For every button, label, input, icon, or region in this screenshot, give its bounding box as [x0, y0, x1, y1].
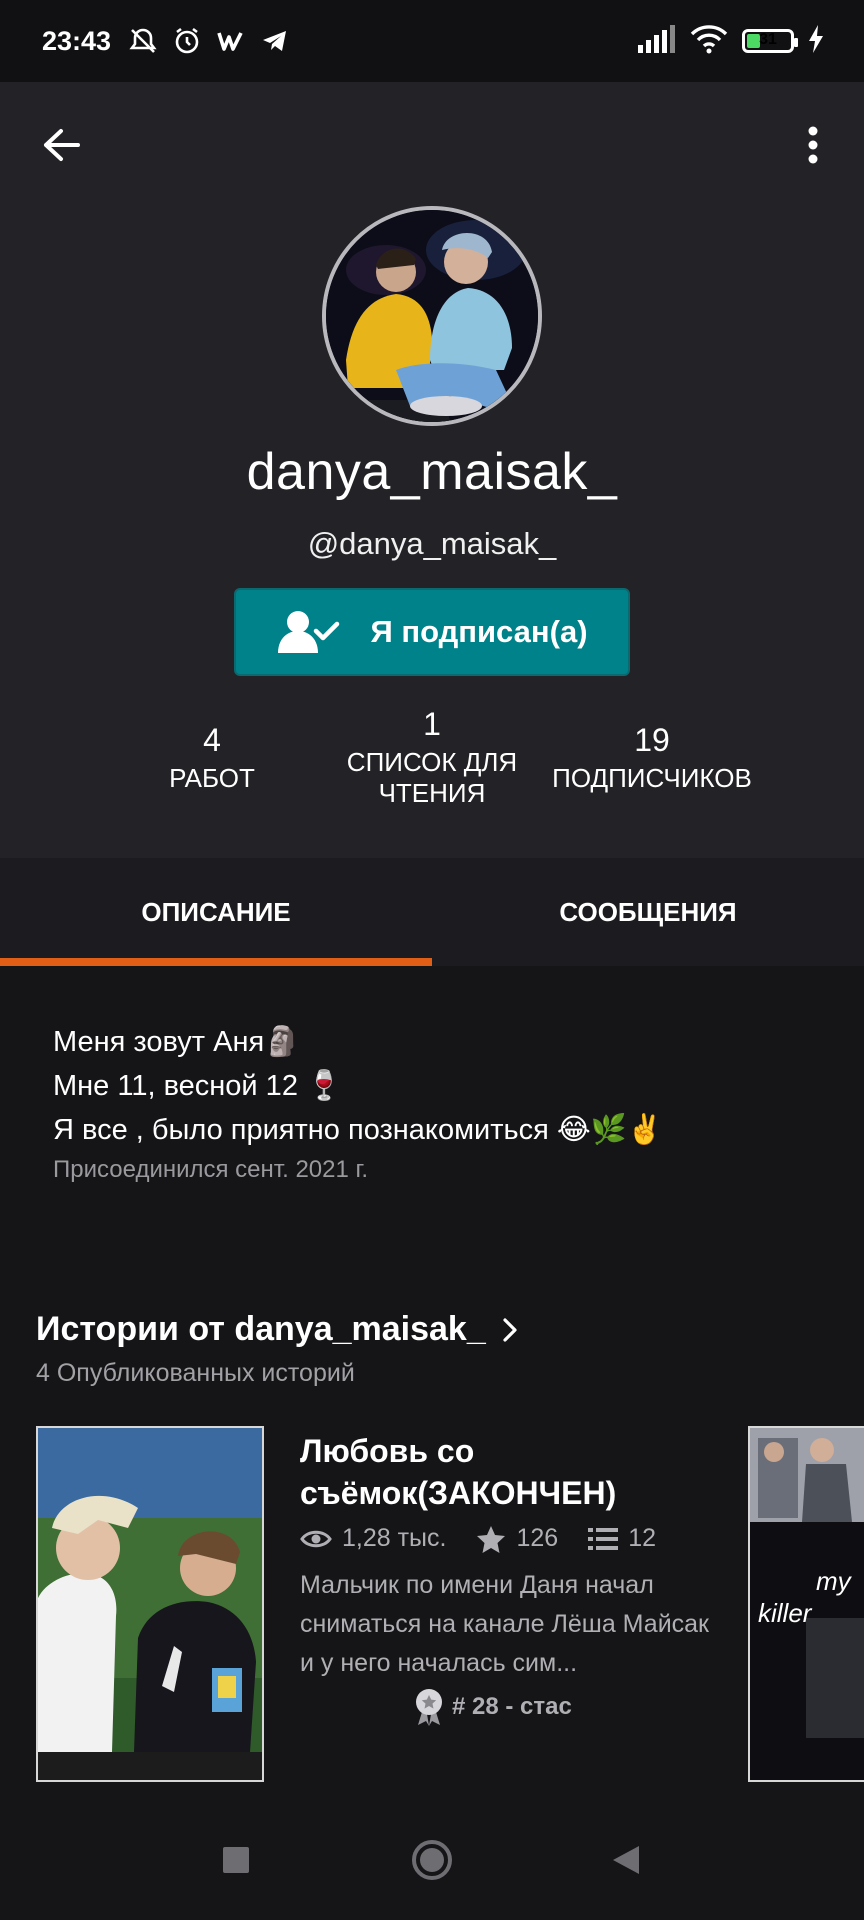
next-cover-text: killer	[758, 1598, 812, 1628]
story-cover-next[interactable]: my killer	[748, 1426, 864, 1782]
story-description: Мальчик по имени Даня начал сниматься на…	[300, 1571, 709, 1677]
back-nav-button[interactable]	[594, 1828, 658, 1892]
home-button[interactable]	[400, 1828, 464, 1892]
recent-apps-icon	[223, 1847, 249, 1873]
description-line: Мне 11, весной 12 🍷	[53, 1070, 343, 1102]
status-bar: 23:43 31	[0, 0, 864, 82]
star-icon	[477, 1525, 506, 1553]
battery-level: 31	[759, 31, 777, 48]
chevron-right-icon	[503, 1317, 517, 1342]
wifi-icon	[690, 24, 728, 59]
back-button[interactable]	[36, 120, 86, 170]
more-vertical-icon	[808, 126, 818, 164]
stat-reading-list-value: 1	[423, 706, 441, 742]
recent-apps-button[interactable]	[204, 1828, 268, 1892]
following-button-label: Я подписан(а)	[370, 614, 588, 649]
story-card[interactable]: Любовь со съёмок(ЗАКОНЧЕН) 1,28 тыс. 126…	[36, 1426, 736, 1782]
list-icon	[588, 1527, 619, 1550]
story-reads: 1,28 тыс.	[342, 1524, 447, 1552]
profile-stats: 4 РАБОТ 1 СПИСОК ДЛЯ ЧТЕНИЯ 19 ПОДПИСЧИК…	[0, 706, 864, 842]
eye-icon	[300, 1530, 332, 1547]
home-icon	[412, 1840, 452, 1880]
story-stats: 1,28 тыс. 126 12	[300, 1524, 676, 1553]
signal-icon	[636, 24, 676, 58]
stat-followers-value: 19	[634, 722, 670, 758]
description-line: Я все , было приятно познакомиться 😂🌿✌️	[53, 1114, 663, 1146]
profile-header: danya_maisak_ @danya_maisak_ Я подписан(…	[0, 82, 864, 858]
story-rank: # 28 - стас	[414, 1688, 572, 1726]
story-cover-image	[38, 1428, 262, 1780]
stat-followers-label: ПОДПИСЧИКОВ	[552, 763, 752, 793]
more-options-button[interactable]	[788, 120, 838, 170]
profile-description: Меня зовут Аня🗿 Мне 11, весной 12 🍷 Я вс…	[53, 1020, 833, 1188]
next-cover-text: my	[816, 1566, 851, 1596]
story-rank-label: # 28 - стас	[452, 1693, 572, 1720]
charging-icon	[808, 24, 824, 58]
alarm-off-icon	[127, 25, 159, 57]
joined-date: Присоединился сент. 2021 г.	[53, 1156, 368, 1183]
avatar-photo	[326, 210, 538, 422]
story-parts: 12	[628, 1524, 656, 1552]
w-app-icon	[215, 25, 247, 57]
stat-reading-list-label: СПИСОК ДЛЯ ЧТЕНИЯ	[346, 747, 518, 808]
profile-handle: @danya_maisak_	[307, 526, 557, 561]
following-button[interactable]: Я подписан(а)	[234, 588, 630, 676]
stories-title: Истории от danya_maisak_	[36, 1310, 486, 1348]
stat-followers[interactable]: 19 ПОДПИСЧИКОВ	[532, 722, 772, 794]
description-line: Меня зовут Аня🗿	[53, 1026, 301, 1058]
stat-reading-list[interactable]: 1 СПИСОК ДЛЯ ЧТЕНИЯ	[332, 706, 532, 809]
story-title[interactable]: Любовь со съёмок(ЗАКОНЧЕН)	[300, 1430, 720, 1514]
status-time: 23:43	[42, 25, 112, 56]
stat-works-value: 4	[203, 722, 221, 758]
tab-description[interactable]: ОПИСАНИЕ	[0, 858, 432, 966]
back-triangle-icon	[613, 1846, 639, 1874]
arrow-left-icon	[44, 129, 80, 161]
stat-works[interactable]: 4 РАБОТ	[112, 722, 312, 794]
story-cover[interactable]	[36, 1426, 264, 1782]
stat-works-label: РАБОТ	[169, 763, 255, 793]
user-check-icon	[278, 611, 340, 653]
rank-badge-icon	[416, 1689, 442, 1726]
profile-tabs: ОПИСАНИЕ СООБЩЕНИЯ	[0, 858, 864, 966]
stories-count: 4 Опубликованных историй	[36, 1359, 355, 1387]
story-votes: 126	[516, 1524, 559, 1552]
stories-section-header[interactable]: Истории от danya_maisak_ 4 Опубликованны…	[36, 1310, 518, 1388]
battery-icon: 31	[742, 29, 798, 53]
alarm-clock-icon	[171, 25, 203, 57]
avatar[interactable]	[322, 206, 542, 426]
telegram-icon	[259, 25, 291, 57]
tab-messages[interactable]: СООБЩЕНИЯ	[432, 858, 864, 966]
profile-username: danya_maisak_	[246, 443, 618, 501]
system-nav-bar	[0, 1800, 864, 1920]
